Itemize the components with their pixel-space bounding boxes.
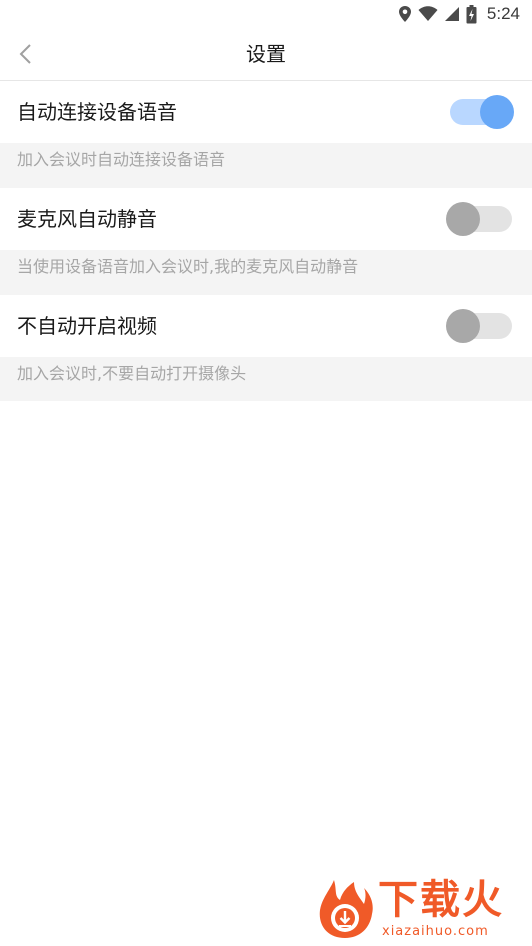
watermark-url: xiazaihuo.com xyxy=(382,924,489,939)
watermark: 下载火 xiazaihuo.com xyxy=(314,876,528,942)
settings-list: 自动连接设备语音 加入会议时自动连接设备语音 麦克风自动静音 当使用设备语音加入… xyxy=(0,81,532,401)
location-icon xyxy=(398,5,412,23)
flame-logo-icon xyxy=(319,880,373,938)
setting-description: 当使用设备语音加入会议时,我的麦克风自动静音 xyxy=(0,250,532,295)
setting-label: 自动连接设备语音 xyxy=(17,100,177,124)
setting-row-mic-auto-mute: 麦克风自动静音 xyxy=(0,188,532,250)
toggle-thumb xyxy=(446,202,480,236)
setting-row-no-auto-video: 不自动开启视频 xyxy=(0,295,532,357)
status-icons: 5:24 xyxy=(398,4,520,24)
toggle-thumb xyxy=(480,95,514,129)
toggle-thumb xyxy=(446,309,480,343)
status-bar: 5:24 xyxy=(0,0,532,28)
setting-row-auto-connect-audio: 自动连接设备语音 xyxy=(0,81,532,143)
wifi-icon xyxy=(418,6,438,22)
status-time: 5:24 xyxy=(486,4,520,23)
mic-auto-mute-toggle[interactable] xyxy=(446,202,512,236)
page-title: 设置 xyxy=(246,42,286,66)
setting-description: 加入会议时,不要自动打开摄像头 xyxy=(0,357,532,401)
auto-connect-audio-toggle[interactable] xyxy=(450,95,514,129)
watermark-title: 下载火 xyxy=(378,877,504,923)
setting-description: 加入会议时自动连接设备语音 xyxy=(0,143,532,188)
battery-charging-icon xyxy=(466,4,477,24)
setting-label: 麦克风自动静音 xyxy=(17,207,157,231)
setting-label: 不自动开启视频 xyxy=(17,314,157,338)
no-auto-video-toggle[interactable] xyxy=(446,309,512,343)
signal-icon xyxy=(444,6,460,22)
nav-bar: 设置 xyxy=(0,28,532,81)
